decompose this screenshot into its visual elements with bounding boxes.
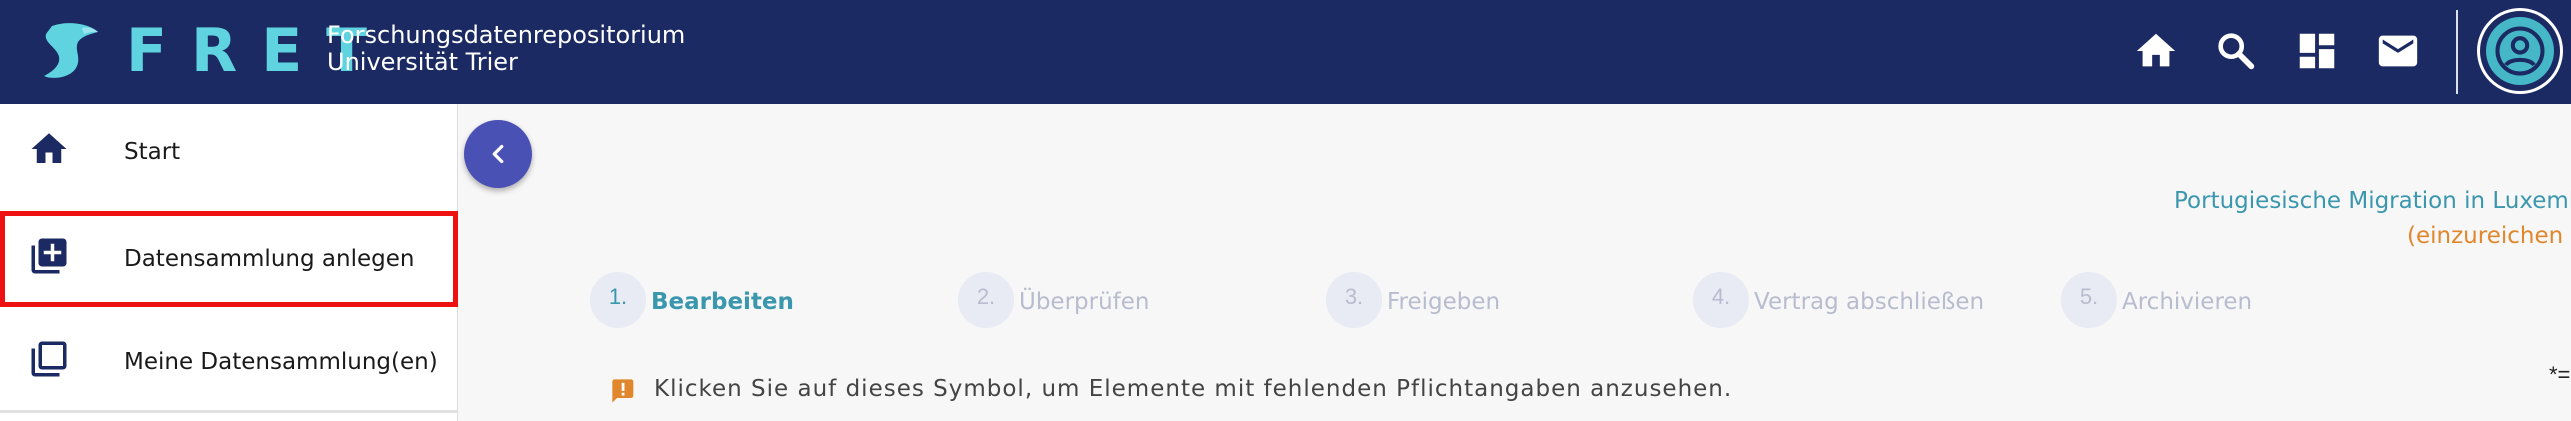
subtitle-line-1: Forschungsdatenrepositorium <box>327 21 686 49</box>
sidebar: Start Datensammlung anlegen Meine Datens… <box>0 104 458 421</box>
top-app-bar: FRET Forschungsdatenrepositorium Univers… <box>0 0 2571 104</box>
step-label: Vertrag abschließen <box>1754 289 1985 315</box>
site-subtitle: Forschungsdatenrepositorium Universität … <box>327 22 685 76</box>
home-icon <box>28 128 70 170</box>
warning-icon[interactable] <box>610 377 638 405</box>
dashboard-icon[interactable] <box>2294 28 2340 74</box>
step-number: 5. <box>2061 272 2117 328</box>
step-label: Freigeben <box>1387 289 1501 315</box>
chevron-left-icon <box>492 144 504 164</box>
step-label: Überprüfen <box>1019 289 1150 315</box>
sidebar-item-create-collection[interactable]: Datensammlung anlegen <box>0 211 458 307</box>
home-icon[interactable] <box>2133 28 2179 74</box>
step-number: 1. <box>590 272 646 328</box>
toolbar-divider <box>2456 10 2458 94</box>
collection-status: (einzureichen b <box>2407 223 2571 249</box>
sidebar-item-my-collections[interactable]: Meine Datensammlung(en) <box>0 314 458 410</box>
user-avatar[interactable] <box>2477 8 2563 94</box>
fret-logo-icon[interactable] <box>38 18 104 84</box>
sidebar-divider <box>0 410 458 413</box>
subtitle-line-2: Universität Trier <box>327 48 518 76</box>
search-icon[interactable] <box>2213 28 2259 74</box>
mail-icon[interactable] <box>2375 28 2421 74</box>
sidebar-item-label: Start <box>124 139 181 165</box>
sidebar-item-label: Datensammlung anlegen <box>124 246 415 272</box>
add-box-icon <box>28 235 70 277</box>
collapse-sidebar-button[interactable] <box>464 120 532 188</box>
required-fields-note: *= <box>2549 362 2571 387</box>
sidebar-item-start[interactable]: Start <box>0 104 458 200</box>
user-avatar-icon <box>2486 17 2554 85</box>
step-label: Bearbeiten <box>651 289 794 315</box>
library-icon <box>28 338 70 380</box>
step-number: 4. <box>1693 272 1749 328</box>
step-label: Archivieren <box>2122 289 2253 315</box>
sidebar-item-label: Meine Datensammlung(en) <box>124 349 438 375</box>
missing-fields-hint: Klicken Sie auf dieses Symbol, um Elemen… <box>654 376 1733 402</box>
step-number: 3. <box>1326 272 1382 328</box>
step-number: 2. <box>958 272 1014 328</box>
collection-title: Portugiesische Migration in Luxembu <box>2174 188 2571 214</box>
